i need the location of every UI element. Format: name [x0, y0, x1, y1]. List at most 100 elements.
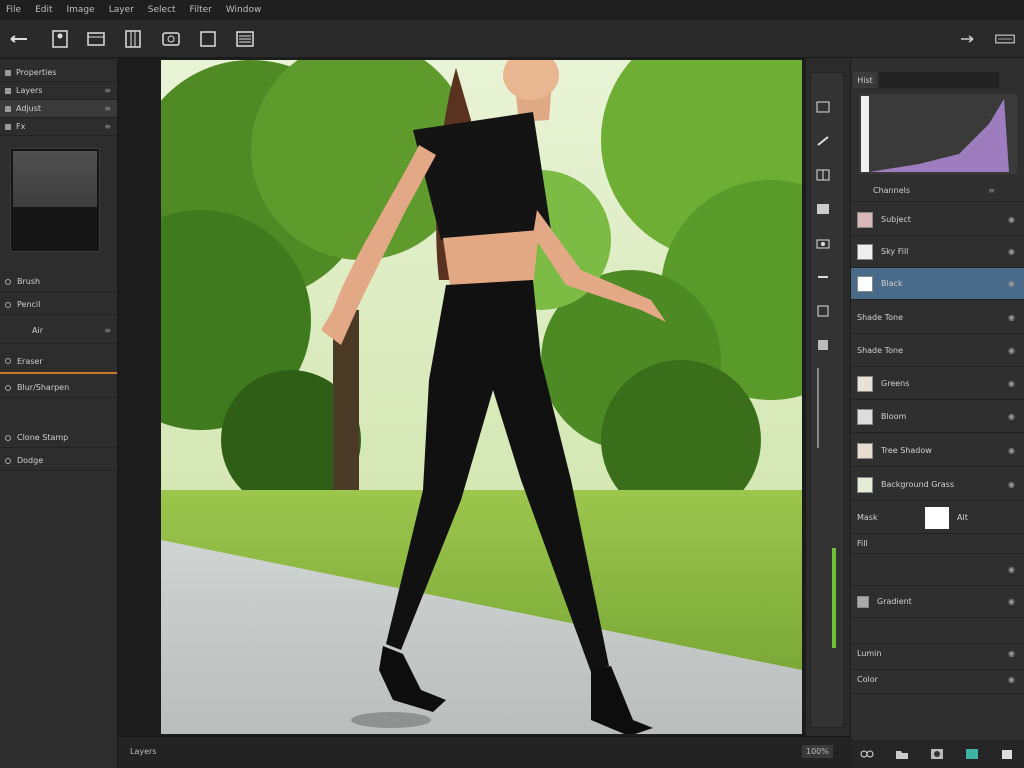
eye-icon[interactable]: ◉ — [1008, 379, 1015, 388]
photo-illustration — [161, 60, 802, 734]
eye-icon[interactable]: ◉ — [1008, 446, 1015, 455]
folder-icon[interactable] — [894, 747, 910, 761]
radio-icon — [5, 384, 11, 391]
list-tool-icon[interactable] — [234, 28, 256, 50]
menu-filter[interactable]: Filter — [190, 5, 212, 15]
layer-row[interactable]: Background Grass ◉ — [851, 469, 1024, 501]
menu-image[interactable]: Image — [67, 5, 95, 15]
layer-row[interactable]: Tree Shadow ◉ — [851, 435, 1024, 467]
eye-icon[interactable]: ◉ — [1008, 565, 1015, 574]
layer-row[interactable]: Greens ◉ — [851, 368, 1024, 400]
camera-icon[interactable] — [815, 236, 831, 250]
canvas-image[interactable] — [161, 60, 802, 734]
left-row[interactable]: Layers ≡ — [0, 82, 117, 100]
layer-row[interactable]: Subject ◉ — [851, 204, 1024, 236]
forward-icon[interactable] — [957, 28, 979, 50]
window-tool-icon[interactable] — [85, 28, 107, 50]
menu-select[interactable]: Select — [148, 5, 176, 15]
slider-track[interactable] — [817, 368, 819, 448]
trash-icon[interactable] — [999, 747, 1015, 761]
eye-icon[interactable]: ◉ — [1008, 313, 1015, 322]
frame-tool-icon[interactable] — [197, 28, 219, 50]
histogram-tab-bar — [879, 72, 999, 88]
eye-icon[interactable]: ◉ — [1008, 215, 1015, 224]
tool-label: Clone Stamp — [17, 433, 69, 442]
brush-icon[interactable] — [815, 134, 831, 148]
bottom-icon-bar — [850, 740, 1024, 768]
tool-row[interactable]: Blur/Sharpen — [0, 378, 117, 398]
layer-row-selected[interactable]: Black ◉ — [851, 268, 1024, 300]
mask-swatch[interactable] — [925, 507, 949, 529]
layer-row[interactable]: Shade Tone ◉ — [851, 302, 1024, 334]
new-layer-icon[interactable] — [964, 747, 980, 761]
channels-label: Channels — [873, 186, 911, 195]
tool-row[interactable]: Brush — [0, 272, 117, 292]
move-tool-icon[interactable] — [8, 28, 30, 50]
histogram-icon[interactable] — [815, 100, 831, 114]
panel-toggle-icon[interactable] — [992, 28, 1018, 50]
minus-icon[interactable] — [815, 270, 831, 284]
layer-row[interactable]: Sky Fill ◉ — [851, 236, 1024, 268]
layer-name: Greens — [881, 379, 910, 388]
eye-icon[interactable]: ◉ — [1008, 412, 1015, 421]
menu-edit[interactable]: Edit — [35, 5, 52, 15]
figure-tool-icon[interactable] — [49, 28, 71, 50]
property-row[interactable]: ◉ — [851, 554, 1024, 586]
layer-name: Tree Shadow — [881, 446, 932, 455]
eye-icon[interactable]: ◉ — [1008, 279, 1015, 288]
property-row[interactable]: Fill — [851, 534, 1024, 554]
left-row[interactable]: Properties — [0, 64, 117, 82]
layer-row[interactable]: Shade Tone ◉ — [851, 335, 1024, 367]
gradient-thumbnail — [857, 595, 869, 608]
menu-bar: File Edit Image Layer Select Filter Wind… — [0, 0, 1024, 20]
radio-icon — [5, 358, 11, 364]
property-row[interactable]: Mask Alt — [851, 502, 1024, 534]
tool-row[interactable]: Dodge — [0, 451, 117, 471]
eye-icon[interactable]: ◉ — [1008, 480, 1015, 489]
image-icon[interactable] — [815, 202, 831, 216]
menu-window[interactable]: Window — [226, 5, 262, 15]
channels-section[interactable]: Channels ≡ — [851, 180, 1024, 202]
tool-row[interactable]: Pencil — [0, 295, 117, 315]
link-icon[interactable] — [859, 747, 875, 761]
eye-icon[interactable]: ◉ — [1008, 675, 1015, 684]
property-label: Fill — [857, 539, 868, 548]
zoom-indicator[interactable]: 100% — [802, 745, 833, 758]
tool-menu-icon[interactable]: ≡ — [104, 326, 111, 335]
left-row[interactable]: Fx ≡ — [0, 118, 117, 136]
tool-row[interactable]: Air ≡ — [0, 318, 117, 344]
grid-icon[interactable] — [815, 168, 831, 182]
left-row-menu-icon[interactable]: ≡ — [104, 122, 111, 131]
menu-file[interactable]: File — [6, 5, 21, 15]
tool-row[interactable]: Clone Stamp — [0, 428, 117, 448]
histogram-tab[interactable]: Hist — [853, 72, 877, 88]
radio-icon — [5, 278, 11, 285]
eye-icon[interactable]: ◉ — [1008, 346, 1015, 355]
layer-name: Bloom — [881, 412, 907, 421]
section-menu-icon[interactable]: ≡ — [988, 186, 995, 195]
layer-row[interactable]: Bloom ◉ — [851, 401, 1024, 433]
transform-icon[interactable] — [815, 338, 831, 352]
green-level-bar[interactable] — [832, 548, 836, 648]
eye-icon[interactable]: ◉ — [1008, 597, 1015, 606]
left-row-menu-icon[interactable]: ≡ — [104, 104, 111, 113]
left-row-label: Adjust — [16, 104, 42, 113]
status-bar: Layers 100% — [118, 736, 850, 768]
property-row[interactable]: Color ◉ — [851, 666, 1024, 694]
image-tool-icon[interactable] — [160, 28, 182, 50]
tool-label: Air — [32, 326, 43, 335]
left-row-selected[interactable]: Adjust ≡ — [0, 100, 117, 118]
property-row[interactable]: Gradient ◉ — [851, 586, 1024, 618]
layer-name: Background Grass — [881, 480, 954, 489]
eye-icon[interactable]: ◉ — [1008, 649, 1015, 658]
eye-icon[interactable]: ◉ — [1008, 247, 1015, 256]
mask-icon[interactable] — [929, 747, 945, 761]
tool-label: Eraser — [17, 356, 43, 366]
layer-name: Shade Tone — [857, 346, 904, 355]
square-icon[interactable] — [815, 304, 831, 318]
tool-row[interactable]: Eraser — [0, 350, 117, 374]
radio-icon — [5, 434, 11, 441]
menu-layer[interactable]: Layer — [109, 5, 134, 15]
left-row-menu-icon[interactable]: ≡ — [104, 86, 111, 95]
columns-tool-icon[interactable] — [122, 28, 144, 50]
